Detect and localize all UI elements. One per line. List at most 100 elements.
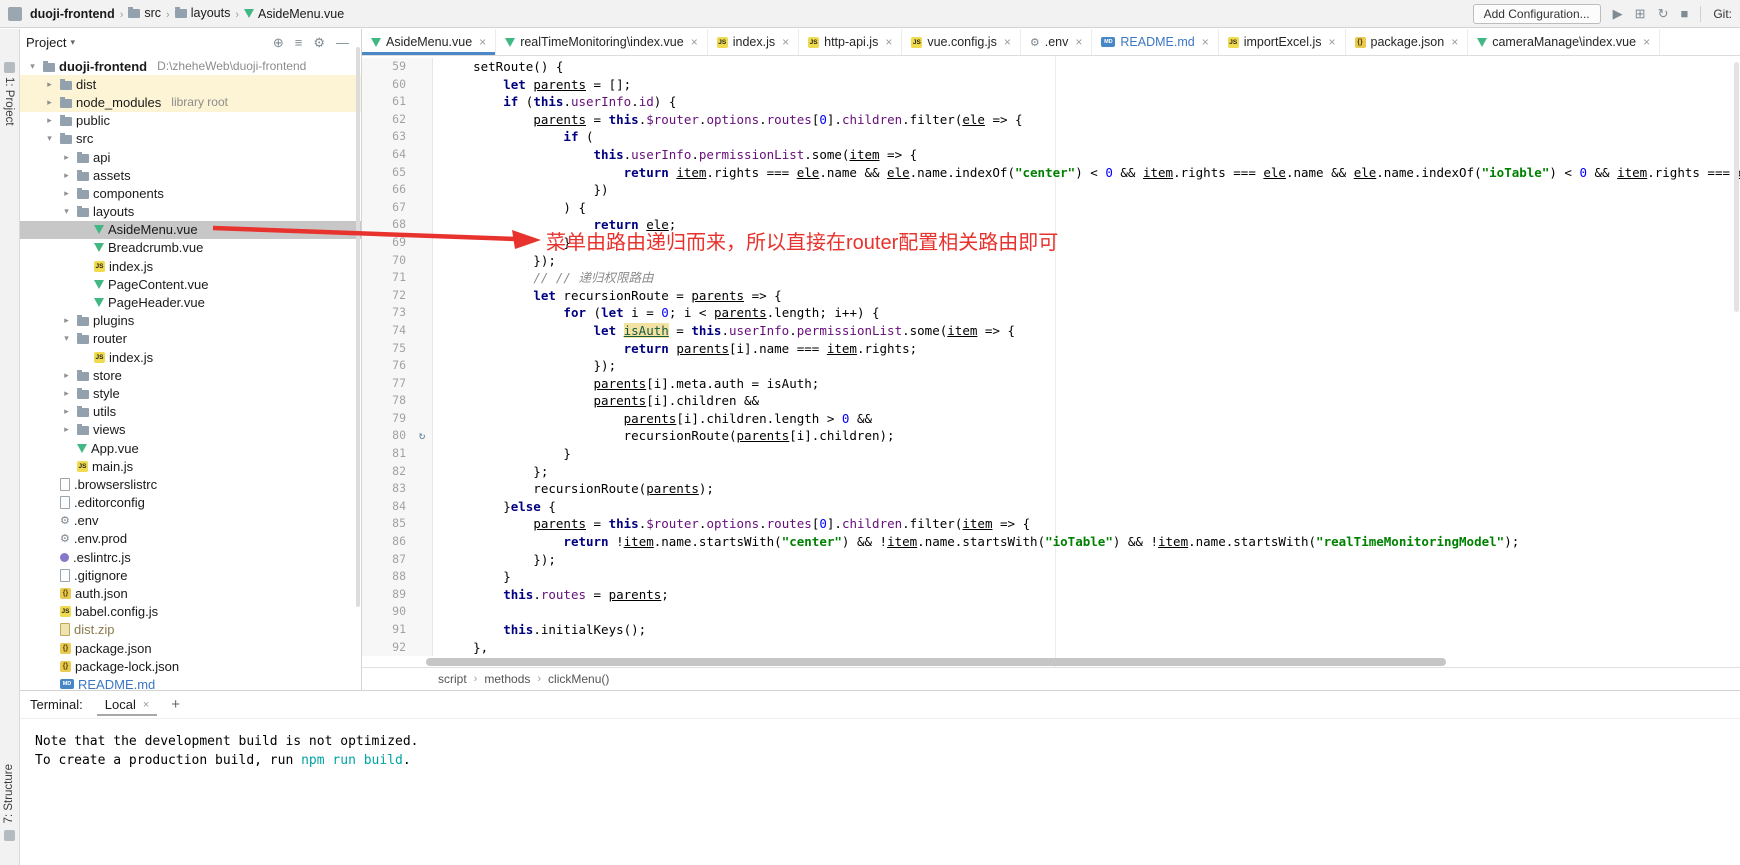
code-line-68[interactable]: 68 return ele;	[362, 216, 1740, 234]
tree-item-components[interactable]: ▸components	[20, 184, 361, 202]
close-icon[interactable]: ×	[885, 35, 892, 49]
close-icon[interactable]: ×	[1329, 35, 1336, 49]
tree-item-style[interactable]: ▸style	[20, 384, 361, 402]
editor-tab-package.json[interactable]: {}package.json×	[1346, 29, 1469, 55]
collapse-all-icon[interactable]: ≡	[295, 36, 303, 49]
chevron-down-icon[interactable]: ▾	[70, 37, 75, 48]
code-line-81[interactable]: 81 }	[362, 445, 1740, 463]
tree-item-.gitignore[interactable]: .gitignore	[20, 566, 361, 584]
tree-item-index.js[interactable]: JSindex.js	[20, 257, 361, 275]
code-line-63[interactable]: 63 if (	[362, 128, 1740, 146]
tree-item-public[interactable]: ▸public	[20, 112, 361, 130]
tree-item-router[interactable]: ▾router	[20, 330, 361, 348]
tree-item-AsideMenu.vue[interactable]: AsideMenu.vue	[20, 221, 361, 239]
hide-icon[interactable]: ―	[336, 36, 349, 49]
chevron-closed-icon[interactable]: ▸	[60, 170, 73, 181]
locate-icon[interactable]: ⊕	[273, 36, 284, 49]
chevron-closed-icon[interactable]: ▸	[43, 115, 56, 126]
chevron-closed-icon[interactable]: ▸	[60, 424, 73, 435]
tree-item-.editorconfig[interactable]: .editorconfig	[20, 494, 361, 512]
chevron-closed-icon[interactable]: ▸	[60, 315, 73, 326]
tree-item-plugins[interactable]: ▸plugins	[20, 312, 361, 330]
editor-tab-vue.config.js[interactable]: JSvue.config.js×	[902, 29, 1021, 55]
code-line-61[interactable]: 61 if (this.userInfo.id) {	[362, 93, 1740, 111]
terminal-output[interactable]: Note that the development build is not o…	[20, 719, 1740, 770]
tree-item-index.js[interactable]: JSindex.js	[20, 348, 361, 366]
close-icon[interactable]: ×	[1451, 35, 1458, 49]
code-line-74[interactable]: 74 let isAuth = this.userInfo.permission…	[362, 322, 1740, 340]
stop-icon[interactable]: ■	[1680, 7, 1688, 20]
code-line-76[interactable]: 76 });	[362, 357, 1740, 375]
chevron-closed-icon[interactable]: ▸	[60, 152, 73, 163]
code-line-88[interactable]: 88 }	[362, 568, 1740, 586]
tree-item-App.vue[interactable]: App.vue	[20, 439, 361, 457]
code-line-82[interactable]: 82 };	[362, 463, 1740, 481]
tree-item-api[interactable]: ▸api	[20, 148, 361, 166]
code-line-66[interactable]: 66 })	[362, 181, 1740, 199]
code-line-69[interactable]: 69 }	[362, 234, 1740, 252]
code-line-91[interactable]: 91 this.initialKeys();	[362, 621, 1740, 639]
update-project-icon[interactable]: ↻	[1658, 7, 1669, 20]
tool-window-project-button[interactable]: 1: Project	[3, 77, 15, 126]
code-line-78[interactable]: 78 parents[i].children &&	[362, 392, 1740, 410]
settings-icon[interactable]: ⚙	[313, 36, 325, 49]
chevron-open-icon[interactable]: ▾	[60, 206, 73, 217]
code-breadcrumb-item[interactable]: clickMenu()	[548, 672, 609, 686]
code-line-87[interactable]: 87 });	[362, 551, 1740, 569]
code-line-72[interactable]: 72 let recursionRoute = parents => {	[362, 287, 1740, 305]
tree-item-PageHeader.vue[interactable]: PageHeader.vue	[20, 293, 361, 311]
code-line-65[interactable]: 65 return item.rights === ele.name && el…	[362, 164, 1740, 182]
code-line-62[interactable]: 62 parents = this.$router.options.routes…	[362, 111, 1740, 129]
editor-tab-importExcel.js[interactable]: JSimportExcel.js×	[1219, 29, 1346, 55]
editor-tab-README.md[interactable]: MDREADME.md×	[1092, 29, 1218, 55]
code-line-85[interactable]: 85 parents = this.$router.options.routes…	[362, 515, 1740, 533]
code-line-73[interactable]: 73 for (let i = 0; i < parents.length; i…	[362, 304, 1740, 322]
code-line-77[interactable]: 77 parents[i].meta.auth = isAuth;	[362, 375, 1740, 393]
tree-item-babel.config.js[interactable]: JSbabel.config.js	[20, 603, 361, 621]
editor-vertical-scrollbar[interactable]	[1734, 62, 1739, 312]
tree-item-.browserslistrc[interactable]: .browserslistrc	[20, 475, 361, 493]
code-line-70[interactable]: 70 });	[362, 252, 1740, 270]
tree-item-.env.prod[interactable]: ⚙.env.prod	[20, 530, 361, 548]
breadcrumb-item[interactable]: AsideMenu.vue	[244, 7, 344, 21]
tree-item-.eslintrc.js[interactable]: .eslintrc.js	[20, 548, 361, 566]
tree-item-auth.json[interactable]: {}auth.json	[20, 584, 361, 602]
editor-tab-.env[interactable]: ⚙.env×	[1021, 29, 1093, 55]
tree-item-utils[interactable]: ▸utils	[20, 403, 361, 421]
close-icon[interactable]: ×	[782, 35, 789, 49]
code-line-92[interactable]: 92 },	[362, 639, 1740, 657]
new-terminal-button[interactable]: +	[171, 696, 180, 713]
chevron-closed-icon[interactable]: ▸	[60, 388, 73, 399]
code-breadcrumb-item[interactable]: methods	[484, 672, 530, 686]
chevron-open-icon[interactable]: ▾	[26, 61, 39, 72]
tree-item-views[interactable]: ▸views	[20, 421, 361, 439]
code-line-71[interactable]: 71 // // 递归权限路由	[362, 269, 1740, 287]
tree-item-layouts[interactable]: ▾layouts	[20, 203, 361, 221]
tree-item-node_modules[interactable]: ▸node_moduleslibrary root	[20, 93, 361, 111]
add-configuration-button[interactable]: Add Configuration...	[1473, 4, 1601, 24]
code-line-80[interactable]: 80↻ recursionRoute(parents[i].children);	[362, 427, 1740, 445]
tree-item-package.json[interactable]: {}package.json	[20, 639, 361, 657]
code-line-89[interactable]: 89 this.routes = parents;	[362, 586, 1740, 604]
tree-item-dist[interactable]: ▸dist	[20, 75, 361, 93]
chevron-closed-icon[interactable]: ▸	[43, 79, 56, 90]
editor-tab-AsideMenu.vue[interactable]: AsideMenu.vue×	[362, 29, 496, 55]
project-tree-scrollbar[interactable]	[356, 47, 360, 607]
tree-item-Breadcrumb.vue[interactable]: Breadcrumb.vue	[20, 239, 361, 257]
tree-item-assets[interactable]: ▸assets	[20, 166, 361, 184]
tree-item-dist.zip[interactable]: dist.zip	[20, 621, 361, 639]
editor-tab-realTimeMonitoring\index.vue[interactable]: realTimeMonitoring\index.vue×	[496, 29, 708, 55]
code-area[interactable]: 59 setRoute() {60 let parents = [];61 if…	[362, 56, 1740, 668]
close-icon[interactable]: ×	[1643, 35, 1650, 49]
tree-item-.env[interactable]: ⚙.env	[20, 512, 361, 530]
code-line-90[interactable]: 90	[362, 603, 1740, 621]
code-line-86[interactable]: 86 return !item.name.startsWith("center"…	[362, 533, 1740, 551]
code-line-67[interactable]: 67 ) {	[362, 199, 1740, 217]
editor-tab-http-api.js[interactable]: JShttp-api.js×	[799, 29, 902, 55]
close-icon[interactable]: ×	[1004, 35, 1011, 49]
chevron-closed-icon[interactable]: ▸	[60, 188, 73, 199]
close-icon[interactable]: ×	[691, 35, 698, 49]
code-breadcrumb-item[interactable]: script	[438, 672, 467, 686]
chevron-closed-icon[interactable]: ▸	[60, 370, 73, 381]
chevron-closed-icon[interactable]: ▸	[60, 406, 73, 417]
